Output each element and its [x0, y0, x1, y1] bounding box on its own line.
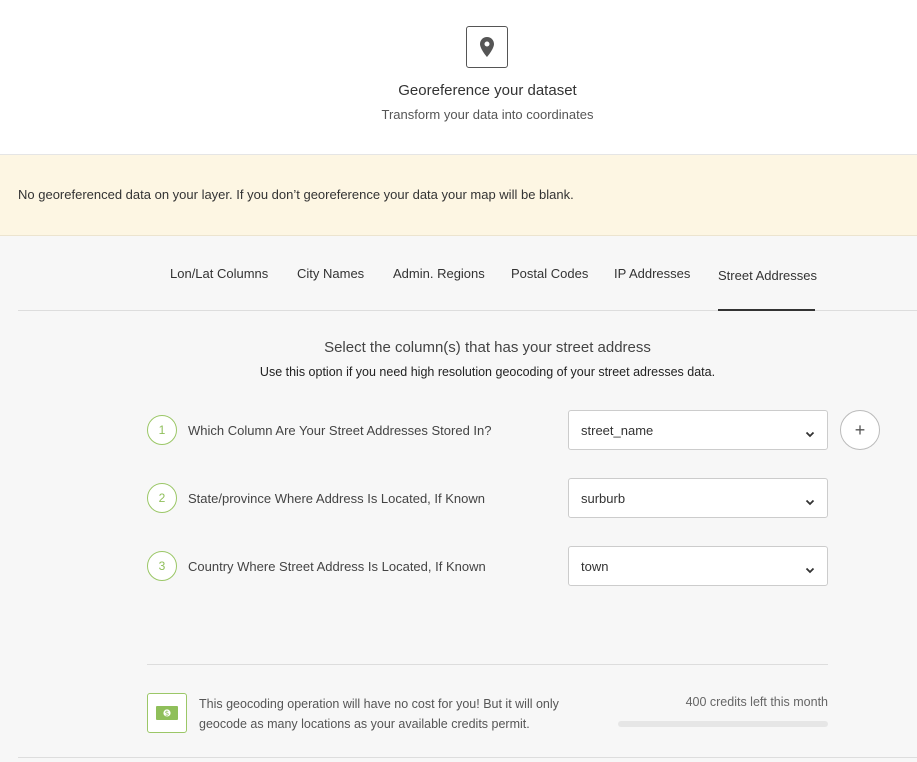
svg-text:$: $: [165, 710, 169, 718]
tab-postal-codes[interactable]: Postal Codes: [511, 266, 588, 281]
header: Georeference your dataset Transform your…: [0, 0, 917, 155]
tab-ip-addresses[interactable]: IP Addresses: [614, 266, 690, 281]
tab-street-addresses[interactable]: Street Addresses: [718, 268, 817, 283]
select-value: street_name: [581, 423, 654, 438]
add-column-button[interactable]: +: [840, 410, 880, 450]
page-title: Georeference your dataset: [398, 82, 577, 99]
select-value: town: [581, 559, 609, 574]
money-bill-icon: $: [147, 693, 187, 733]
chevron-down-icon: [805, 426, 815, 444]
divider: [147, 664, 828, 665]
warning-banner: No georeferenced data on your layer. If …: [0, 155, 917, 236]
select-value: surburb: [581, 491, 626, 506]
map-pin-icon: [466, 26, 508, 68]
step-number-2: 2: [147, 483, 177, 513]
warning-text: No georeferenced data on your layer. If …: [18, 187, 574, 202]
step-label-2: State/province Where Address Is Located,…: [188, 491, 485, 506]
step-number-3: 3: [147, 551, 177, 581]
section-title: Select the column(s) that has your stree…: [324, 339, 651, 356]
chevron-down-icon: [805, 494, 815, 512]
georef-tabs: Lon/Lat Columns City Names Admin. Region…: [18, 236, 917, 311]
page-subtitle: Transform your data into coordinates: [381, 107, 594, 122]
street-address-column-select[interactable]: street_name: [568, 410, 828, 450]
bottom-divider: [18, 757, 917, 758]
step-label-1: Which Column Are Your Street Addresses S…: [188, 423, 492, 438]
tab-city-names[interactable]: City Names: [297, 266, 364, 281]
step-label-3: Country Where Street Address Is Located,…: [188, 559, 486, 574]
chevron-down-icon: [805, 562, 815, 580]
section-subtitle: Use this option if you need high resolut…: [259, 365, 716, 379]
active-tab-indicator: [718, 309, 815, 311]
tab-lonlat-columns[interactable]: Lon/Lat Columns: [170, 266, 268, 281]
step-number-1: 1: [147, 415, 177, 445]
credits-progress-bar: [618, 721, 828, 727]
cost-info-text: This geocoding operation will have no co…: [199, 697, 559, 731]
credits-remaining-text: 400 credits left this month: [685, 695, 828, 709]
country-select[interactable]: town: [568, 546, 828, 586]
state-province-select[interactable]: surburb: [568, 478, 828, 518]
tab-admin-regions[interactable]: Admin. Regions: [393, 266, 485, 281]
